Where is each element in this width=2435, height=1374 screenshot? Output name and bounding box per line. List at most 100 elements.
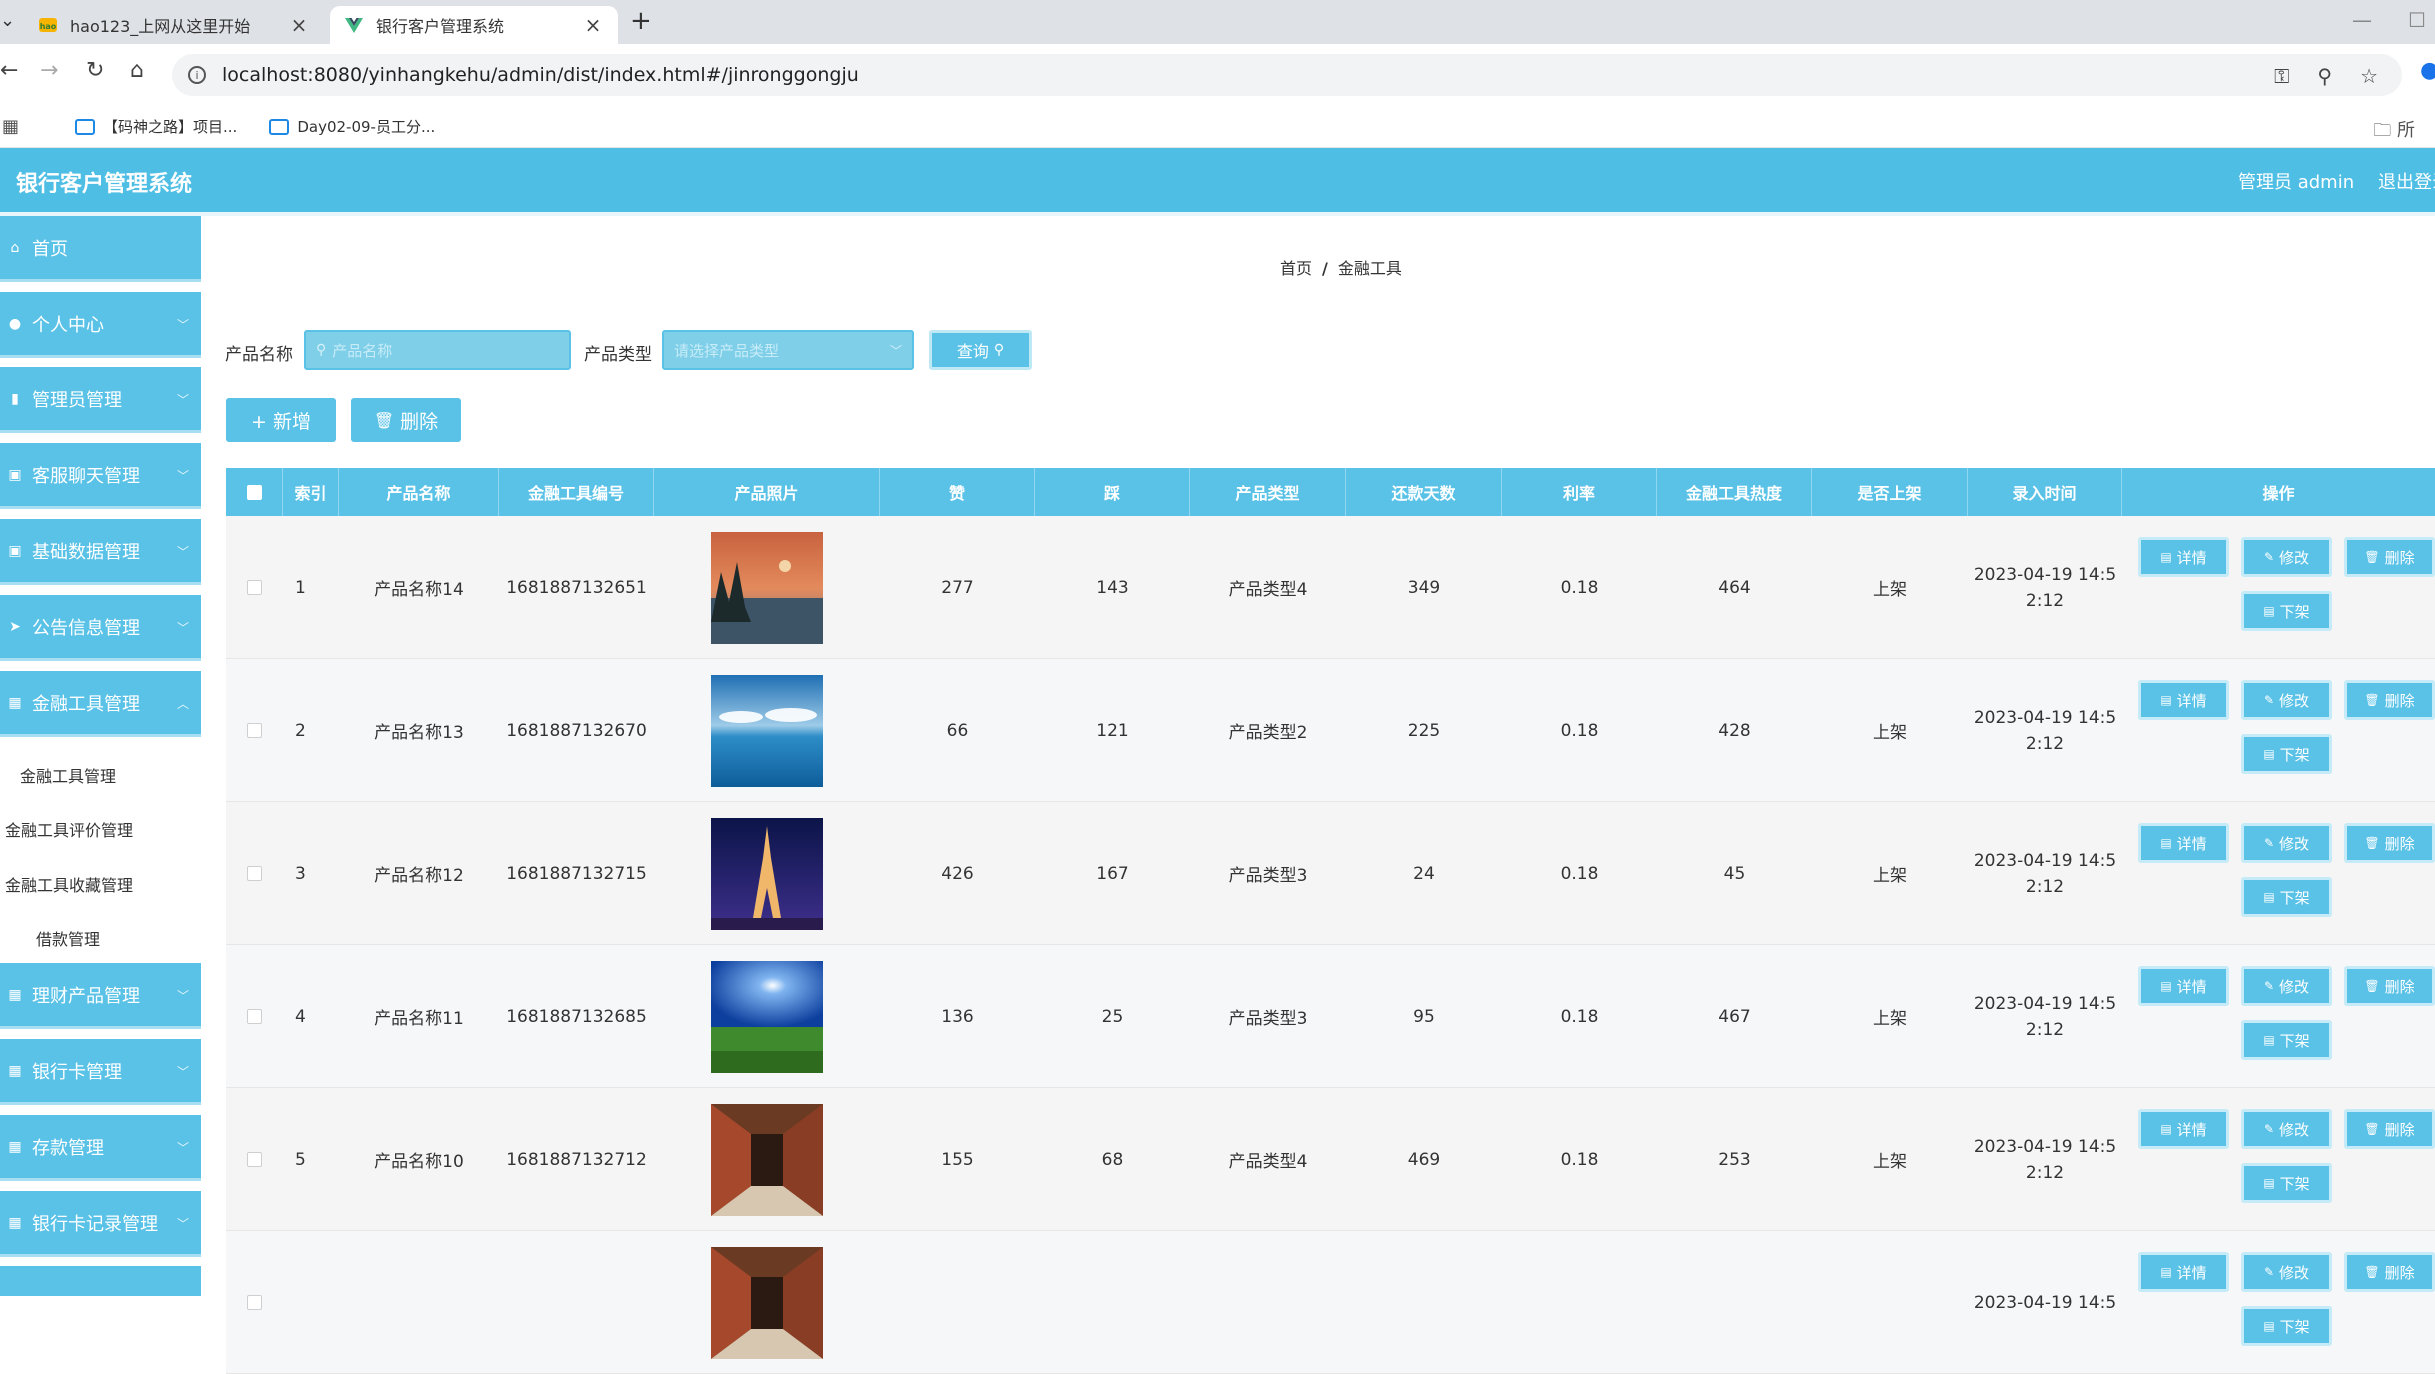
bookmark-folder[interactable]: 🗀 所 (2373, 116, 2415, 148)
submenu-loan-manage[interactable]: 借款管理 (36, 926, 100, 950)
offshelf-button[interactable]: ▤ 下架 (2241, 591, 2332, 631)
time-line: 2023-04-19 14:5 (1973, 1292, 2117, 1313)
offshelf-button[interactable]: ▤ 下架 (2241, 1306, 2332, 1346)
detail-button[interactable]: ▤ 详情 (2138, 966, 2229, 1006)
cell-dislike: 68 (1101, 1149, 1124, 1170)
row-checkbox[interactable] (247, 1152, 262, 1167)
cell-operations: ▤ 详情 ✎ 修改 🗑 删除 ▤ 下架 (2122, 945, 2435, 1088)
submenu-financial-tool-review[interactable]: 金融工具评价管理 (5, 817, 133, 841)
sidebar-item-personal-center[interactable]: ● 个人中心 ﹀ (0, 292, 201, 358)
sidebar-item-deposit[interactable]: ▦ 存款管理 ﹀ (0, 1115, 201, 1181)
row-checkbox[interactable] (247, 866, 262, 881)
browser-tab-bar: ⌄ hao hao123_上网从这里开始 × 银行客户管理系统 × + — ☐ (0, 0, 2435, 44)
detail-button[interactable]: ▤ 详情 (2138, 1252, 2229, 1292)
offshelf-label: 下架 (2279, 1174, 2310, 1193)
delete-button[interactable]: 🗑 删除 (2344, 823, 2435, 863)
column-header: 产品类型 (1190, 468, 1346, 516)
edit-button[interactable]: ✎ 修改 (2241, 680, 2332, 720)
sidebar-item-bank-card[interactable]: ▦ 银行卡管理 ﹀ (0, 1039, 201, 1105)
profile-icon[interactable]: ● (2420, 58, 2435, 83)
delete-button[interactable]: 🗑 删除 (2344, 537, 2435, 577)
cell-name: 产品名称14 (374, 580, 464, 600)
query-button[interactable]: 查询 ⚲ (929, 330, 1032, 370)
sidebar-item-label: 基础数据管理 (32, 541, 140, 563)
product-type-select[interactable]: 请选择产品类型 ﹀ (662, 330, 914, 370)
offshelf-button[interactable]: ▤ 下架 (2241, 734, 2332, 774)
sidebar-item-chat[interactable]: ▣ 客服聊天管理 ﹀ (0, 443, 201, 509)
zoom-icon[interactable]: ⚲ (2317, 64, 2332, 88)
sidebar-item-basedata[interactable]: ▣ 基础数据管理 ﹀ (0, 519, 201, 585)
row-checkbox[interactable] (247, 1295, 262, 1310)
row-checkbox[interactable] (247, 580, 262, 595)
cell-dislike: 167 (1096, 863, 1129, 884)
edit-button[interactable]: ✎ 修改 (2241, 537, 2332, 577)
bookmark-star-icon[interactable]: ☆ (2360, 64, 2378, 88)
tab-search-chevron-icon[interactable]: ⌄ (0, 10, 15, 31)
breadcrumb-home[interactable]: 首页 (1280, 259, 1312, 278)
edit-button[interactable]: ✎ 修改 (2241, 1109, 2332, 1149)
site-info-icon[interactable]: i (188, 66, 206, 84)
logout-link[interactable]: 退出登录 (2378, 168, 2435, 194)
submenu-financial-tool-favorite[interactable]: 金融工具收藏管理 (5, 872, 133, 896)
new-tab-button[interactable]: + (630, 6, 652, 36)
add-button[interactable]: + 新增 (226, 398, 336, 442)
edit-button[interactable]: ✎ 修改 (2241, 823, 2332, 863)
submenu-financial-tool-manage[interactable]: 金融工具管理 (20, 763, 116, 787)
batch-delete-button[interactable]: 🗑 删除 (351, 398, 461, 442)
sidebar-item-notice[interactable]: ➤ 公告信息管理 ﹀ (0, 595, 201, 661)
sidebar-item-card-record[interactable]: ▦ 银行卡记录管理 ﹀ (0, 1191, 201, 1257)
product-name-input[interactable]: ⚲ 产品名称 (304, 330, 571, 370)
cell-code: 1681887132715 (506, 863, 647, 884)
cell-heat: 45 (1723, 863, 1746, 884)
bilibili-tv-icon (75, 118, 96, 135)
password-key-icon[interactable]: ⚿ (2274, 64, 2289, 88)
back-arrow-icon[interactable]: ← (0, 58, 18, 83)
tab-close-icon[interactable]: × (288, 13, 310, 37)
sidebar-item-label: 理财产品管理 (32, 985, 140, 1007)
row-checkbox[interactable] (247, 723, 262, 738)
bookmark-item[interactable]: Day02-09-员工分... (269, 116, 435, 137)
bookmark-item[interactable]: 【码神之路】项目... (75, 116, 237, 137)
offshelf-button[interactable]: ▤ 下架 (2241, 1020, 2332, 1060)
cell-index: 1 (295, 577, 306, 598)
edit-button[interactable]: ✎ 修改 (2241, 966, 2332, 1006)
detail-button[interactable]: ▤ 详情 (2138, 537, 2229, 577)
sidebar-item-more[interactable] (0, 1266, 201, 1296)
tab-close-icon[interactable]: × (582, 13, 604, 37)
trash-icon: 🗑 (2364, 550, 2380, 564)
sidebar-item-wealth-products[interactable]: ▦ 理财产品管理 ﹀ (0, 963, 201, 1029)
chevron-down-icon: ﹀ (176, 989, 189, 1003)
delete-label: 删除 (2384, 548, 2415, 567)
column-header: 还款天数 (1346, 468, 1502, 516)
row-checkbox[interactable] (247, 1009, 262, 1024)
delete-button[interactable]: 🗑 删除 (2344, 1109, 2435, 1149)
sidebar-item-label: 客服聊天管理 (32, 465, 140, 487)
sidebar-item-home[interactable]: ⌂ 首页 (0, 216, 201, 282)
tab-hao123[interactable]: hao hao123_上网从这里开始 × (24, 6, 324, 44)
offshelf-button[interactable]: ▤ 下架 (2241, 1163, 2332, 1203)
delete-button[interactable]: 🗑 删除 (2344, 680, 2435, 720)
grid-icon: ▦ (8, 1214, 22, 1231)
delete-button[interactable]: 🗑 删除 (2344, 966, 2435, 1006)
delete-button[interactable]: 🗑 删除 (2344, 1252, 2435, 1292)
detail-button[interactable]: ▤ 详情 (2138, 823, 2229, 863)
tab-bank-system[interactable]: 银行客户管理系统 × (330, 6, 618, 44)
select-all-checkbox[interactable] (246, 484, 262, 500)
cell-index: 4 (295, 1006, 306, 1027)
home-icon[interactable]: ⌂ (130, 58, 144, 83)
apps-grid-icon[interactable]: ▦ (2, 116, 19, 137)
edit-button[interactable]: ✎ 修改 (2241, 1252, 2332, 1292)
maximize-icon[interactable]: ☐ (2408, 8, 2426, 32)
reload-icon[interactable]: ↻ (86, 58, 104, 83)
sidebar-item-financial-tools[interactable]: ▦ 金融工具管理 ︿ (0, 671, 201, 737)
sidebar-item-admin[interactable]: ▮ 管理员管理 ﹀ (0, 367, 201, 433)
url-field[interactable]: i localhost:8080/yinhangkehu/admin/dist/… (172, 54, 2402, 96)
detail-button[interactable]: ▤ 详情 (2138, 1109, 2229, 1149)
offshelf-button[interactable]: ▤ 下架 (2241, 877, 2332, 917)
document-icon: ▤ (2263, 890, 2275, 904)
detail-button[interactable]: ▤ 详情 (2138, 680, 2229, 720)
forward-arrow-icon[interactable]: → (40, 58, 58, 83)
minimize-icon[interactable]: — (2352, 8, 2372, 32)
time-line: 2023-04-19 14:5 (1973, 993, 2117, 1014)
cell-time: 2023-04-19 14:5 2:12 (1968, 945, 2122, 1088)
